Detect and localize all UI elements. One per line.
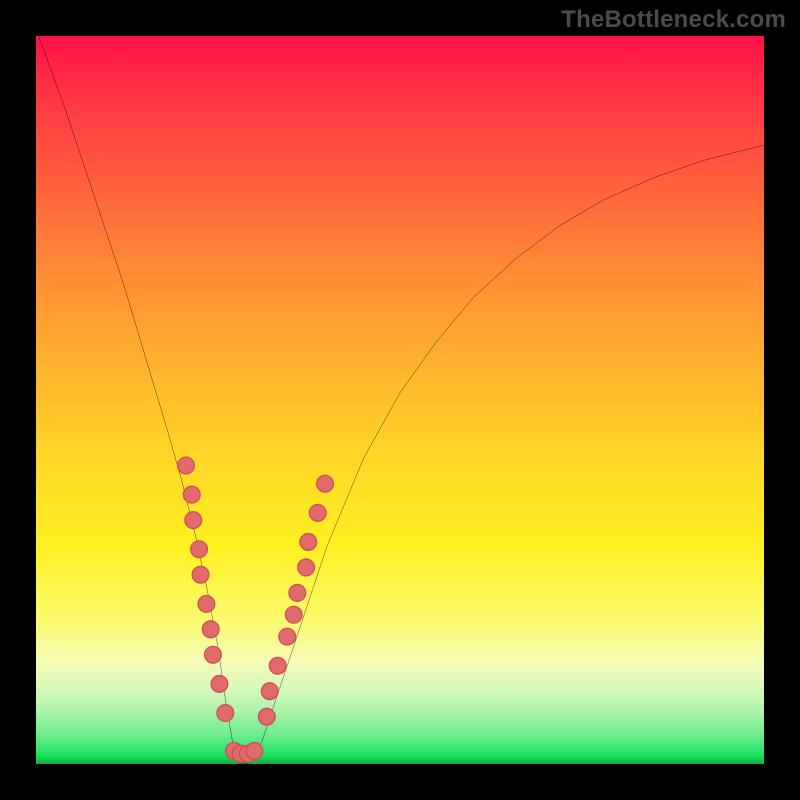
curve-marker (300, 534, 317, 551)
curve-marker (217, 705, 234, 722)
curve-marker (211, 676, 228, 693)
curve-marker (317, 475, 334, 492)
curve-marker (178, 457, 195, 474)
curve-marker (185, 512, 202, 529)
curve-marker (279, 628, 296, 645)
curve-marker (202, 621, 219, 638)
chart-frame: TheBottleneck.com (0, 0, 800, 800)
curve-marker (289, 585, 306, 602)
curve-marker (198, 595, 215, 612)
chart-svg (36, 36, 764, 764)
watermark-text: TheBottleneck.com (561, 6, 786, 34)
curve-marker (246, 743, 263, 760)
curve-marker (285, 606, 302, 623)
bottleneck-curve (36, 36, 764, 764)
curve-markers (178, 457, 334, 762)
curve-marker (191, 541, 208, 558)
curve-marker (261, 683, 278, 700)
curve-marker (269, 657, 286, 674)
curve-marker (298, 559, 315, 576)
curve-marker (192, 566, 209, 583)
curve-marker (205, 646, 222, 663)
curve-marker (183, 486, 200, 503)
curve-marker (309, 504, 326, 521)
curve-marker (258, 708, 275, 725)
